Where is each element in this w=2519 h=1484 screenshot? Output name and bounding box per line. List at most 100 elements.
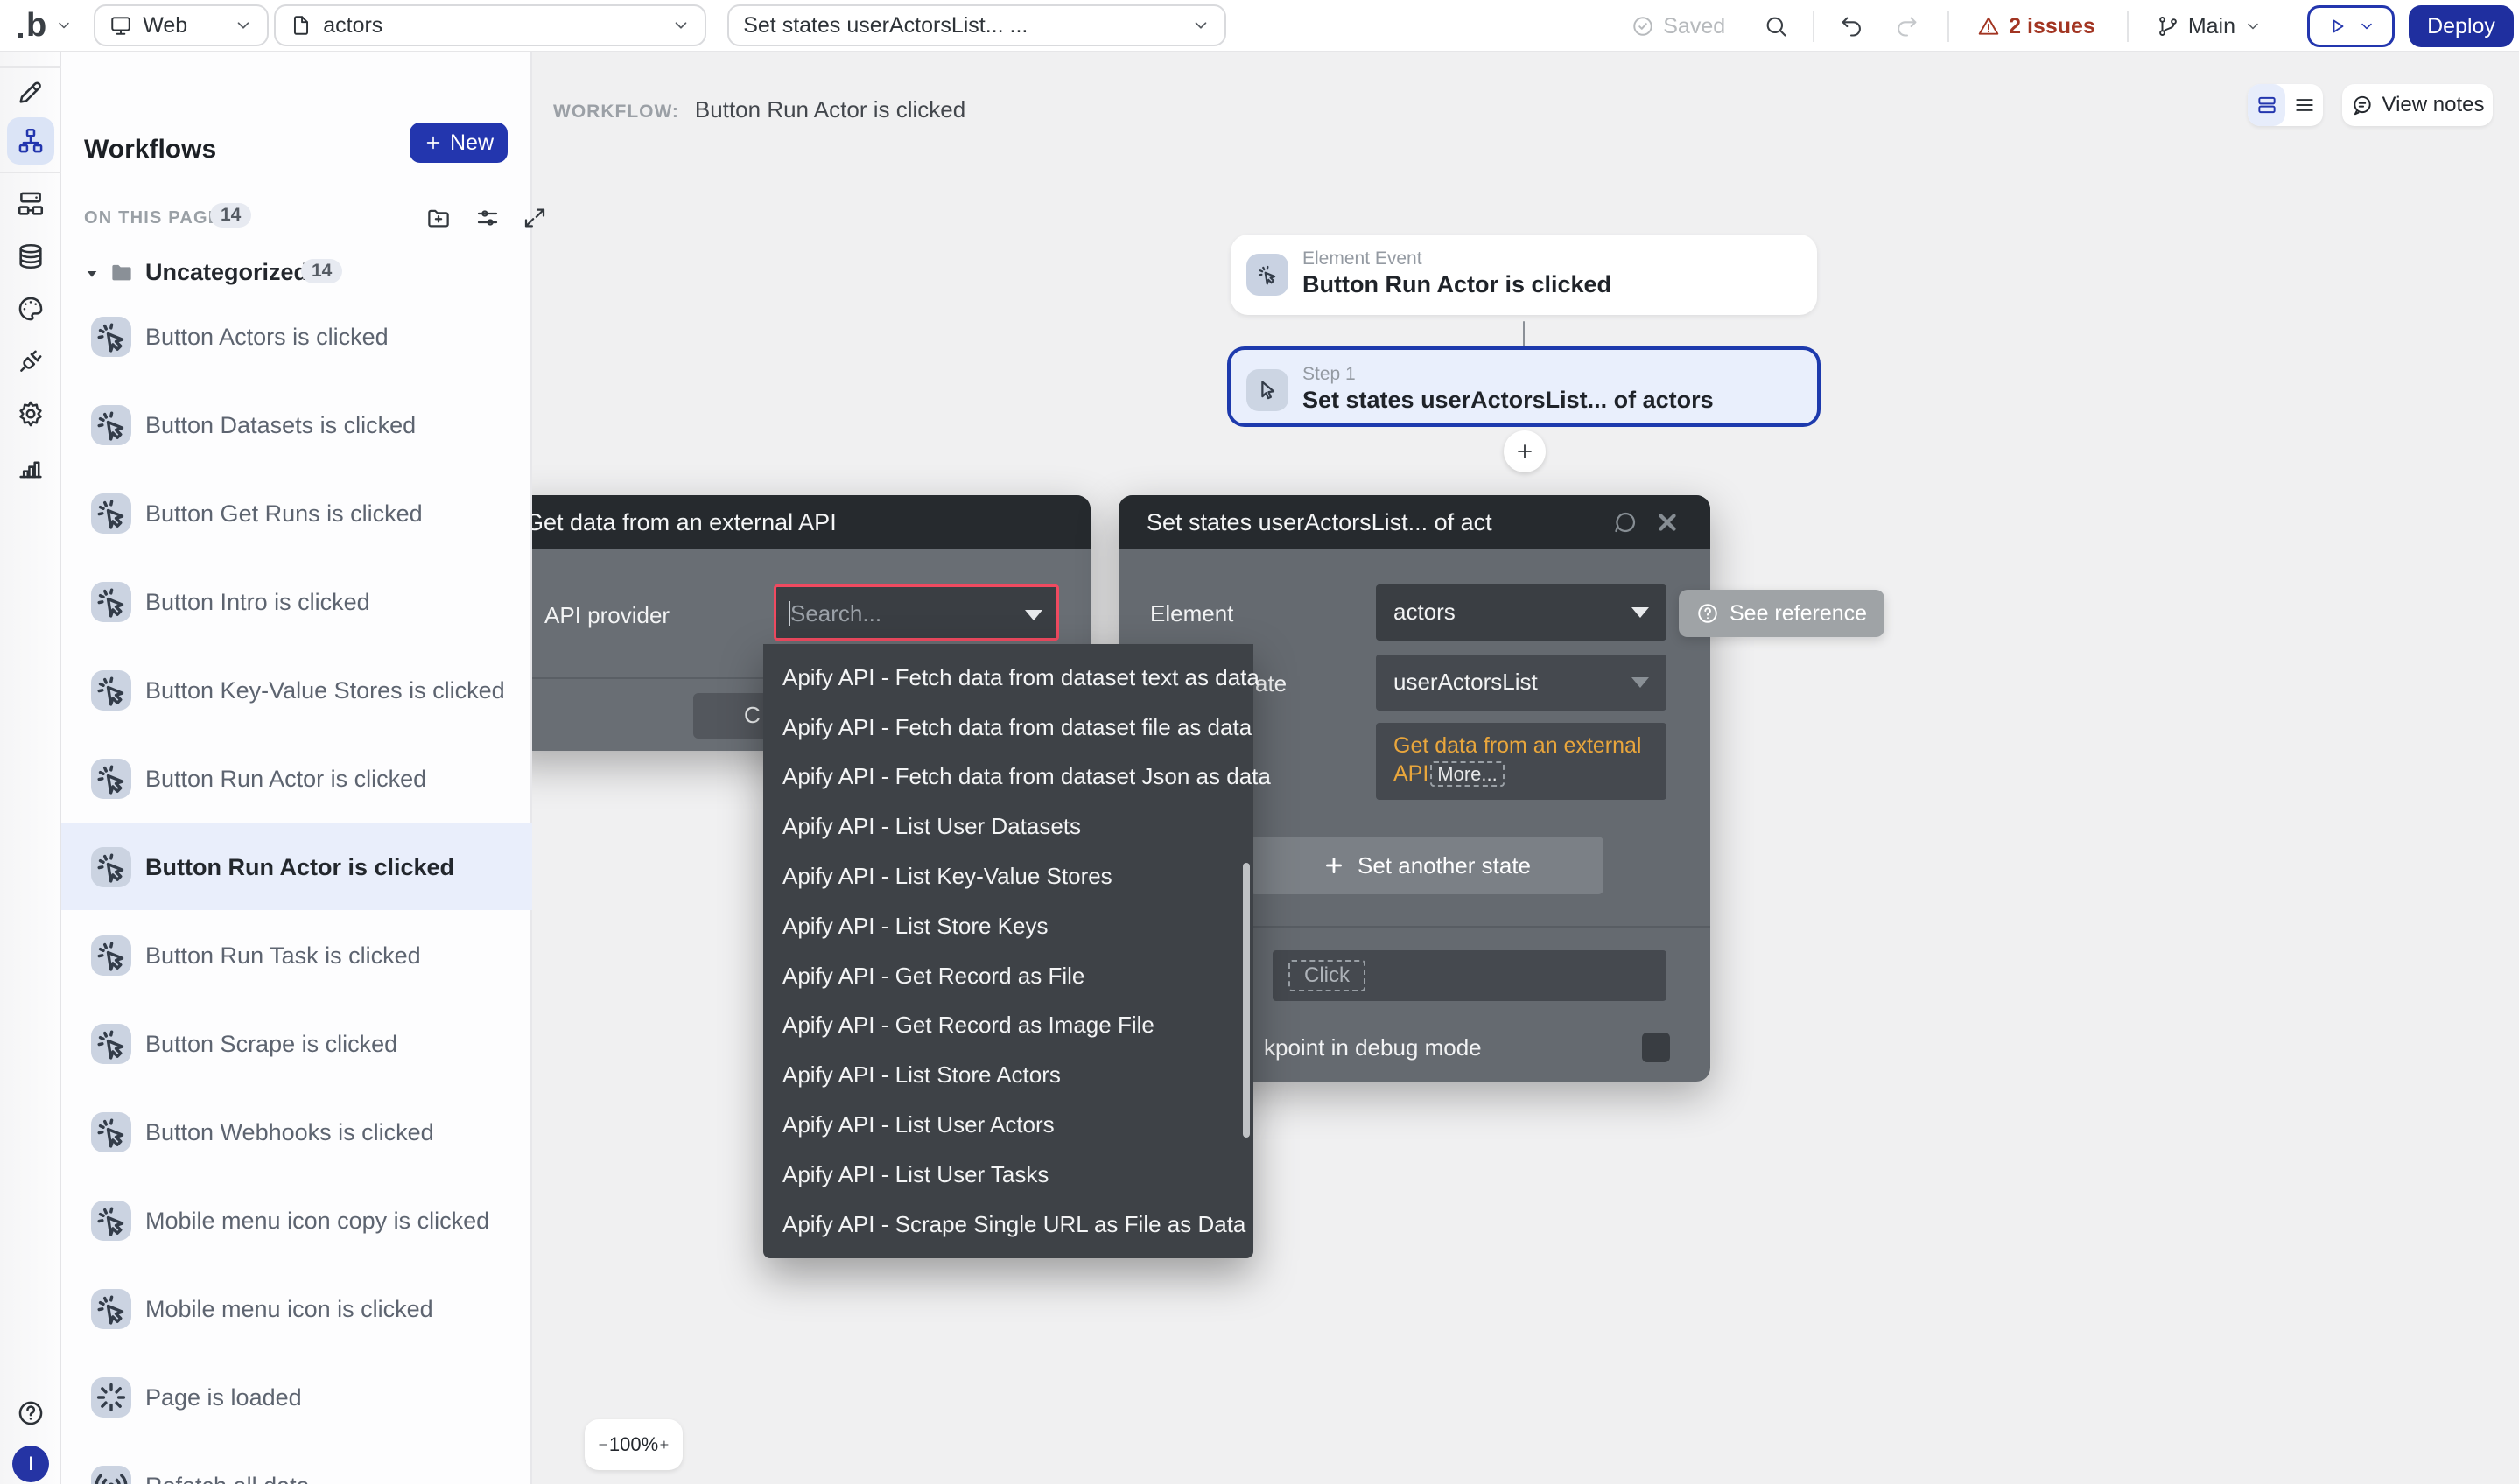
branch-select[interactable]: Main (2157, 14, 2262, 39)
workflow-list-item[interactable]: Button Datasets is clicked (61, 381, 532, 468)
save-status: Saved (1631, 14, 1725, 39)
dialog-header[interactable]: Get data from an external API (499, 495, 1091, 550)
caret-down-icon[interactable] (84, 266, 100, 282)
app-logo[interactable]: b (18, 9, 73, 42)
workflow-list-item[interactable]: Button Scrape is clicked (61, 999, 532, 1087)
chevron-down-icon (2244, 18, 2262, 35)
provider-menu-item[interactable]: Apify API - Get Record as File (763, 951, 1253, 1001)
workflow-list-item[interactable]: Mobile menu icon is clicked (61, 1264, 532, 1352)
environment-select[interactable]: Web (94, 4, 269, 46)
workflow-select-label: Set states userActorsList... ... (743, 13, 1028, 38)
workflow-list-item[interactable]: Button Key-Value Stores is clicked (61, 646, 532, 733)
provider-menu-item[interactable]: Apify API - Scrape Single URL as File as… (763, 1200, 1253, 1250)
workflow-item-label: Button Intro is clicked (145, 589, 370, 616)
debug-mode-checkbox[interactable] (1642, 1032, 1670, 1062)
step-card-selected[interactable]: Step 1 Set states userActorsList... of a… (1227, 346, 1821, 427)
api-provider-select[interactable] (774, 584, 1059, 640)
cursor-click-icon (91, 405, 131, 445)
filter-sliders-icon[interactable] (474, 205, 501, 231)
workflow-icon[interactable] (14, 124, 47, 158)
provider-menu-item[interactable]: Apify API - List Store Keys (763, 901, 1253, 951)
provider-menu-item[interactable]: Apify API - Fetch data from dataset Json… (763, 752, 1253, 802)
search-icon[interactable] (1764, 14, 1788, 38)
page-label: actors (323, 13, 382, 38)
workflow-select[interactable]: Set states userActorsList... ... (727, 4, 1226, 46)
trigger-field[interactable]: Click (1273, 950, 1666, 1001)
folder-name: Uncategorized (145, 259, 308, 286)
avatar[interactable]: I (12, 1446, 49, 1482)
provider-menu-item[interactable]: Apify API - List Key-Value Stores (763, 851, 1253, 901)
workflow-list-item[interactable]: Button Run Actor is clicked (61, 734, 532, 822)
step-card-title: Set states userActorsList... of actors (1302, 387, 1714, 414)
workflow-list-item[interactable]: Page is loaded (61, 1353, 532, 1440)
more-chip[interactable]: More... (1430, 761, 1504, 787)
workflow-list-item[interactable]: Mobile menu icon copy is clicked (61, 1176, 532, 1264)
cursor-click-icon (91, 582, 131, 622)
card-view-button[interactable] (2248, 84, 2285, 126)
api-provider-label: API provider (544, 602, 670, 629)
new-workflow-button[interactable]: New (410, 122, 508, 163)
element-select[interactable]: actors (1376, 584, 1666, 640)
provider-search-input[interactable] (790, 594, 1000, 633)
deploy-button[interactable]: Deploy (2409, 5, 2514, 47)
provider-menu-item[interactable]: Apify API - List User Actors (763, 1100, 1253, 1150)
view-notes-button[interactable]: View notes (2342, 84, 2493, 126)
workflow-list-item[interactable]: Button Actors is clicked (61, 292, 532, 380)
add-folder-icon[interactable] (425, 205, 452, 231)
provider-menu-item[interactable]: Apify API - Fetch data from dataset file… (763, 703, 1253, 752)
plugin-icon[interactable] (14, 345, 47, 378)
preview-button[interactable] (2307, 5, 2395, 47)
settings-icon[interactable] (14, 397, 47, 430)
page-select[interactable]: actors (274, 4, 706, 46)
help-icon[interactable] (14, 1396, 47, 1430)
provider-menu-item[interactable]: Apify API - Get Record as Image File (763, 1001, 1253, 1051)
workflow-item-label: Mobile menu icon copy is clicked (145, 1208, 489, 1235)
provider-menu-item[interactable]: Apify API - Fetch data from dataset text… (763, 653, 1253, 703)
palette-icon[interactable] (14, 292, 47, 326)
close-icon[interactable] (1654, 509, 1681, 536)
state-select[interactable]: userActorsList (1376, 654, 1666, 710)
zoom-out-button[interactable] (597, 1436, 609, 1453)
workflow-list-item[interactable]: Refetch all data (61, 1441, 532, 1484)
issues-button[interactable]: 2 issues (1977, 14, 2095, 39)
database-icon[interactable] (14, 240, 47, 273)
play-icon (2326, 16, 2347, 37)
panel-title: Set states userActorsList... of act (1147, 509, 1492, 536)
comment-bubble-icon[interactable] (1612, 509, 1638, 536)
provider-menu-item[interactable]: Apify API - List User Datasets (763, 802, 1253, 851)
panel-header[interactable]: Set states userActorsList... of act (1119, 495, 1710, 550)
issues-count-label: 2 issues (2009, 14, 2095, 39)
step-card-kind: Step 1 (1302, 364, 1356, 385)
provider-menu-item[interactable]: Apify API - List User Tasks (763, 1150, 1253, 1200)
add-step-button[interactable] (1504, 430, 1546, 472)
workflow-list-item[interactable]: Button Run Task is clicked (61, 911, 532, 998)
environment-label: Web (143, 13, 187, 38)
see-reference-button[interactable]: See reference (1679, 590, 1884, 637)
state-value-expression[interactable]: Get data from an external APIMore... (1376, 723, 1666, 800)
save-status-label: Saved (1663, 14, 1725, 39)
list-view-button[interactable] (2285, 84, 2323, 126)
workflow-item-label: Button Webhooks is clicked (145, 1119, 434, 1146)
undo-icon[interactable] (1839, 14, 1863, 38)
redo-icon[interactable] (1895, 14, 1919, 38)
bubble-editor-window: b Web actors Set states userActorsList..… (0, 0, 2519, 1484)
menu-scrollbar[interactable] (1243, 863, 1250, 1138)
provider-menu-item[interactable]: Apify API - List Store Actors (763, 1050, 1253, 1100)
event-card[interactable]: Element Event Button Run Actor is clicke… (1231, 234, 1817, 315)
expand-icon[interactable] (522, 205, 548, 231)
workflow-list-item[interactable]: Button Run Actor is clicked (61, 822, 532, 910)
workflow-list-item[interactable]: Button Webhooks is clicked (61, 1088, 532, 1175)
set-another-state-button[interactable]: Set another state (1250, 836, 1603, 894)
pencil-icon[interactable] (14, 75, 47, 108)
components-icon[interactable] (14, 187, 47, 220)
logs-icon[interactable] (14, 450, 47, 483)
cursor-click-icon (1246, 254, 1288, 296)
click-chip: Click (1288, 960, 1365, 991)
workflow-list-item[interactable]: Button Intro is clicked (61, 557, 532, 645)
workflows-panel: Workflows New ON THIS PAGE 14 Uncategori… (61, 52, 532, 1484)
folder-row-uncategorized[interactable]: Uncategorized 14 (61, 254, 532, 292)
api-provider-menu: Apify API - Fetch data from dataset text… (763, 644, 1253, 1258)
workflow-list-item[interactable]: Button Get Runs is clicked (61, 469, 532, 556)
cursor-click-icon (91, 1112, 131, 1152)
zoom-in-button[interactable] (658, 1436, 670, 1453)
